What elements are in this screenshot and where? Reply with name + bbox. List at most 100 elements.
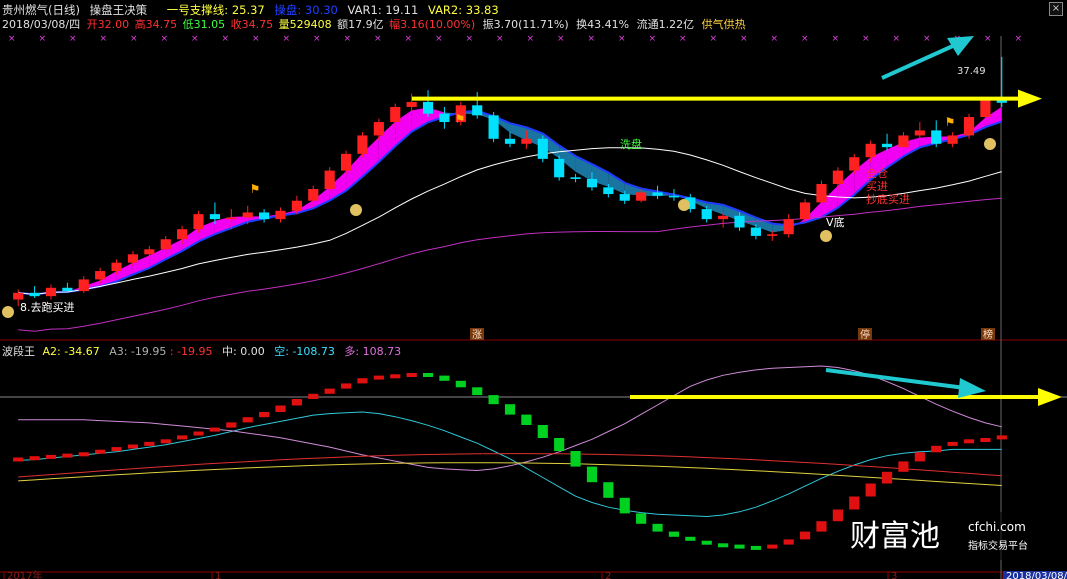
top-marker: × [130, 34, 138, 44]
sub-bar [193, 431, 204, 436]
candle-body [783, 219, 794, 235]
candle-body [291, 200, 302, 211]
candle-body [177, 229, 188, 240]
sub-bar [800, 531, 811, 540]
sub-bar [931, 445, 942, 453]
sub-bar [963, 439, 975, 444]
watermark-slogan: 指标交易平台 [968, 539, 1028, 552]
candle-body [111, 262, 122, 272]
ma-purple-line [18, 197, 1002, 332]
top-marker: × [588, 34, 596, 44]
top-marker: × [679, 34, 687, 44]
sub-bar [849, 496, 860, 510]
sub-bar [996, 435, 1007, 440]
sub-bar [406, 373, 417, 377]
top-marker: × [649, 34, 657, 44]
candle-body [144, 249, 155, 255]
candle-body [865, 143, 876, 158]
sub-bar [980, 438, 991, 442]
top-marker: × [801, 34, 809, 44]
sub-bar [636, 513, 647, 524]
sub-bar [324, 388, 335, 394]
yellow-trend-arrowhead [1018, 89, 1042, 108]
top-marker: × [283, 34, 291, 44]
candle-body [160, 239, 171, 250]
sub-bar [291, 399, 302, 406]
candle-body [324, 170, 335, 190]
candle-body [570, 177, 581, 179]
candle-body [226, 217, 237, 220]
sub-bar [226, 422, 237, 428]
candle-body [816, 183, 827, 203]
sub-bar [767, 544, 778, 549]
candle-body [554, 158, 565, 178]
candle-body [881, 143, 893, 148]
watermark-brand: 财富池 [850, 519, 940, 554]
sub-bar [881, 471, 893, 484]
top-marker: × [100, 34, 108, 44]
sub-bar [13, 457, 24, 462]
top-marker: × [771, 34, 779, 44]
candle-body [849, 157, 860, 171]
candle-body [832, 170, 843, 184]
top-marker: × [466, 34, 474, 44]
sub-bar [750, 545, 761, 550]
candle-body [62, 287, 73, 292]
v-bottom-label: V底 [826, 215, 845, 229]
top-marker: × [862, 34, 870, 44]
wash-label: 洗盘 [620, 137, 642, 151]
sub-bar [62, 453, 73, 458]
runner-icon: ⚑ [250, 182, 261, 196]
sub-bar [603, 482, 614, 498]
top-marker: × [557, 34, 565, 44]
sub-bar [422, 373, 434, 377]
sub-bar [390, 374, 401, 379]
sub-bar [259, 412, 270, 418]
candle-body [45, 287, 57, 297]
top-marker: × [405, 34, 413, 44]
sub-bar [668, 531, 680, 537]
sub-bar [718, 543, 729, 548]
sub-bar [455, 380, 466, 388]
watermark-site: cfchi.com [968, 520, 1026, 534]
candle-body [914, 130, 925, 136]
candle-body [308, 189, 319, 201]
x-tick-label: 2017年 [7, 569, 42, 579]
sub-bar [373, 375, 384, 380]
candle-body [537, 138, 548, 159]
candle-body [980, 100, 991, 118]
buy-signal-label: 8.去跑买进 [20, 300, 75, 314]
top-marker: × [252, 34, 260, 44]
money-bag-icon [2, 306, 14, 318]
sub-yellow-arrowhead [1038, 388, 1062, 406]
sub-bar [898, 461, 909, 472]
sub-bar [816, 521, 827, 532]
sub-bar [95, 449, 106, 454]
candle-body [734, 215, 745, 228]
top-marker: × [374, 34, 382, 44]
sub-bar [111, 447, 122, 452]
sub-pink-line [18, 365, 1002, 472]
top-marker: × [527, 34, 535, 44]
sub-bar [570, 451, 581, 467]
candle-body [193, 214, 204, 230]
top-marker: × [496, 34, 504, 44]
top-marker: × [1015, 34, 1023, 44]
top-marker: × [984, 34, 992, 44]
candle-body [357, 135, 368, 154]
top-marker: × [222, 34, 230, 44]
candle-body [259, 212, 270, 220]
money-bag-icon [350, 204, 362, 216]
x-tick-label: 2 [605, 571, 611, 579]
sub-bar [144, 441, 155, 446]
sub-bar [701, 540, 712, 545]
candle-body [898, 135, 909, 148]
top-marker: × [39, 34, 47, 44]
sub-bar [340, 383, 352, 389]
candle-body [275, 210, 286, 220]
top-marker: × [313, 34, 321, 44]
sub-bar [652, 523, 663, 532]
candle-body [406, 101, 417, 107]
sub-bar [685, 536, 696, 541]
sub-bar [783, 539, 794, 545]
